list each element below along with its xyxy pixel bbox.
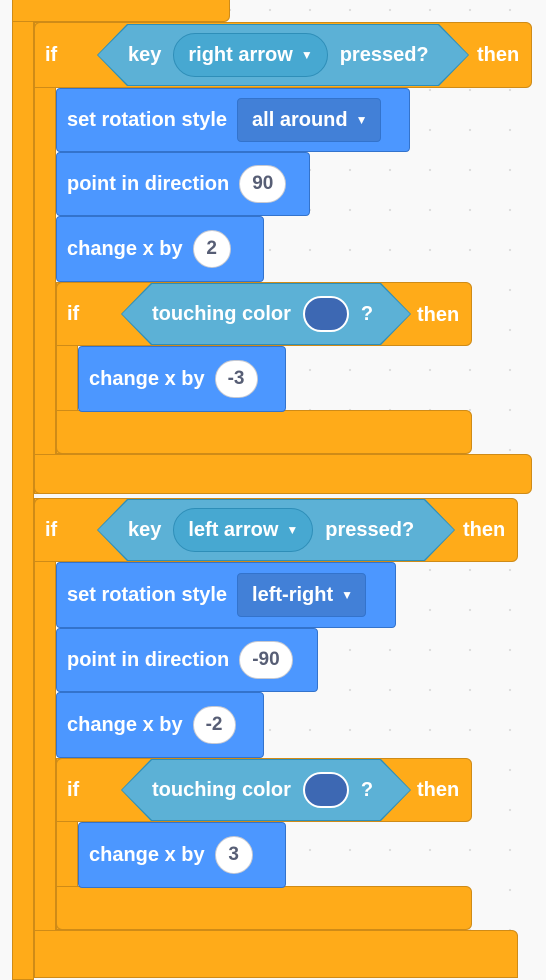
chevron-down-icon: ▼	[355, 113, 368, 127]
key-label: key	[128, 518, 162, 541]
question-mark: ?	[360, 778, 374, 801]
then-label: then	[417, 779, 460, 801]
if-label: if	[67, 302, 80, 325]
if-block-2-footer[interactable]	[34, 930, 518, 978]
if-label: if	[45, 518, 58, 541]
rotation-style-value: all around	[252, 108, 348, 131]
touching-color-condition-1[interactable]: touching color ?	[122, 284, 410, 344]
change-x-input[interactable]: -2	[192, 706, 236, 744]
rotation-style-dropdown[interactable]: all around ▼	[237, 98, 381, 142]
change-x-block-2[interactable]: change x by -2	[56, 692, 264, 758]
key-label: key	[128, 43, 162, 66]
change-x-label: change x by	[89, 367, 205, 390]
outer-control-left-bar[interactable]	[12, 0, 34, 980]
change-x-input[interactable]: 3	[214, 836, 253, 874]
direction-input[interactable]: 90	[239, 165, 287, 203]
set-rotation-style-block-2[interactable]: set rotation style left-right ▼	[56, 562, 396, 628]
point-in-direction-label: point in direction	[67, 648, 230, 671]
inner-if-1-footer[interactable]	[56, 410, 472, 454]
change-x-block-2-inner[interactable]: change x by 3	[78, 822, 286, 888]
set-rotation-style-label: set rotation style	[67, 583, 228, 606]
rotation-style-dropdown[interactable]: left-right ▼	[237, 573, 367, 617]
change-x-label: change x by	[67, 713, 183, 736]
rotation-style-value: left-right	[252, 583, 334, 606]
key-dropdown[interactable]: left arrow ▼	[173, 508, 313, 552]
set-rotation-style-label: set rotation style	[67, 108, 228, 131]
change-x-block-1-inner[interactable]: change x by -3	[78, 346, 286, 412]
chevron-down-icon: ▼	[286, 523, 299, 537]
change-x-label: change x by	[89, 843, 205, 866]
question-mark: ?	[360, 302, 374, 325]
change-x-block-1[interactable]: change x by 2	[56, 216, 264, 282]
color-swatch[interactable]	[303, 296, 349, 332]
point-in-direction-block-1[interactable]: point in direction 90	[56, 152, 310, 216]
key-pressed-condition-1[interactable]: key right arrow ▼ pressed?	[98, 25, 468, 85]
key-pressed-condition-2[interactable]: key left arrow ▼ pressed?	[98, 500, 454, 560]
if-block-1-arm[interactable]	[34, 22, 56, 494]
direction-input[interactable]: -90	[239, 641, 293, 679]
key-dropdown-value: right arrow	[188, 43, 293, 66]
change-x-input[interactable]: -3	[214, 360, 258, 398]
inner-if-2-footer[interactable]	[56, 886, 472, 930]
pressed-label: pressed?	[339, 43, 429, 66]
touching-color-condition-2[interactable]: touching color ?	[122, 760, 410, 820]
if-label: if	[45, 43, 58, 66]
if-block-2-arm[interactable]	[34, 498, 56, 978]
chevron-down-icon: ▼	[341, 588, 354, 602]
outer-control-top[interactable]	[12, 0, 230, 22]
touching-color-label: touching color	[152, 778, 291, 801]
key-dropdown-value: left arrow	[188, 518, 279, 541]
chevron-down-icon: ▼	[300, 48, 313, 62]
touching-color-label: touching color	[152, 302, 291, 325]
if-label: if	[67, 778, 80, 801]
set-rotation-style-block-1[interactable]: set rotation style all around ▼	[56, 88, 410, 152]
change-x-label: change x by	[67, 237, 183, 260]
key-dropdown[interactable]: right arrow ▼	[173, 33, 327, 77]
if-block-1-footer[interactable]	[34, 454, 532, 494]
change-x-input[interactable]: 2	[192, 230, 231, 268]
then-label: then	[477, 44, 520, 66]
point-in-direction-label: point in direction	[67, 172, 230, 195]
color-swatch[interactable]	[303, 772, 349, 808]
pressed-label: pressed?	[325, 518, 415, 541]
then-label: then	[417, 304, 460, 326]
then-label: then	[463, 519, 506, 541]
point-in-direction-block-2[interactable]: point in direction -90	[56, 628, 318, 692]
